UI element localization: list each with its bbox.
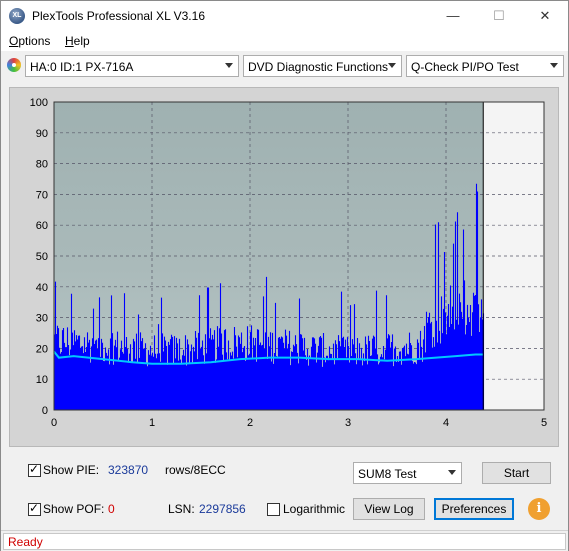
menu-bar: Options Help xyxy=(1,31,568,51)
toolbar: HA:0 ID:1 PX-716A DVD Diagnostic Functio… xyxy=(1,53,568,81)
menu-options[interactable]: Options xyxy=(9,34,50,48)
pie-base-fill xyxy=(54,373,484,410)
x-tick-label: 2 xyxy=(247,417,253,429)
lsn-value: 2297856 xyxy=(199,502,246,516)
menu-help-label: elp xyxy=(73,34,90,48)
sum-test-select[interactable]: SUM8 Test xyxy=(353,462,462,484)
menu-help-mnemonic: H xyxy=(65,34,74,48)
x-tick-label: 0 xyxy=(51,417,57,429)
show-poe-checkbox[interactable] xyxy=(28,501,41,516)
chevron-down-icon xyxy=(550,63,558,68)
status-bar: Ready xyxy=(1,530,568,551)
plextools-app-icon: XL xyxy=(9,8,25,24)
lsn-label: LSN: xyxy=(168,502,195,516)
y-tick-label: 40 xyxy=(36,282,48,294)
chart-panel: 0 10 20 30 40 50 60 70 80 90 100 0 1 2 3 4 5 xyxy=(9,87,559,447)
y-tick-label: 10 xyxy=(36,374,48,386)
minimize-button[interactable]: — xyxy=(430,1,476,31)
test-select[interactable]: Q-Check PI/PO Test xyxy=(406,55,564,77)
bottom-panel: Show PIE: 323870 rows/8ECC SUM8 Test Sta… xyxy=(1,452,568,527)
chevron-down-icon xyxy=(388,63,396,68)
y-tick-label: 100 xyxy=(30,97,48,109)
sum-test-select-value: SUM8 Test xyxy=(358,467,417,481)
status-field: Ready xyxy=(3,533,566,550)
y-tick-label: 30 xyxy=(36,313,48,325)
start-button[interactable]: Start xyxy=(482,462,551,484)
chevron-down-icon xyxy=(225,63,233,68)
drive-select[interactable]: HA:0 ID:1 PX-716A xyxy=(25,55,239,77)
maximize-button[interactable]: ☐ xyxy=(476,1,522,31)
menu-options-mnemonic: O xyxy=(9,34,19,48)
pi-po-chart: 0 10 20 30 40 50 60 70 80 90 100 0 1 2 3 4 5 xyxy=(30,97,547,429)
main-window: XL PlexTools Professional XL V3.16 — ☐ ✕… xyxy=(0,0,569,551)
poe-count-value: 0 xyxy=(108,502,115,516)
chevron-down-icon xyxy=(448,470,456,475)
x-tick-label: 3 xyxy=(345,417,351,429)
show-poe-label: Show POF: xyxy=(43,502,105,516)
title-bar: XL PlexTools Professional XL V3.16 — ☐ ✕ xyxy=(1,1,568,31)
logarithmic-label: Logarithmic xyxy=(283,502,346,516)
show-pie-label: Show PIE: xyxy=(43,463,100,477)
pie-count-value: 323870 xyxy=(108,463,149,477)
y-tick-label: 70 xyxy=(36,189,48,201)
view-log-button[interactable]: View Log xyxy=(353,498,425,520)
show-pie-checkbox[interactable] xyxy=(28,462,41,477)
y-tick-label: 20 xyxy=(36,343,48,355)
y-tick-label: 80 xyxy=(36,159,48,171)
x-tick-label: 5 xyxy=(541,417,547,429)
logarithmic-checkbox[interactable] xyxy=(267,503,280,516)
preferences-button[interactable]: Preferences xyxy=(434,498,514,520)
x-tick-label: 1 xyxy=(149,417,155,429)
y-tick-label: 0 xyxy=(42,405,48,417)
pie-unit-label: rows/8ECC xyxy=(165,463,226,477)
y-tick-label: 60 xyxy=(36,220,48,232)
window-title: PlexTools Professional XL V3.16 xyxy=(32,9,205,23)
info-icon[interactable]: i xyxy=(528,498,550,520)
x-tick-label: 4 xyxy=(443,417,449,429)
menu-options-label: ptions xyxy=(18,34,51,48)
function-select[interactable]: DVD Diagnostic Functions xyxy=(243,55,402,77)
status-text: Ready xyxy=(8,535,43,549)
disc-drive-icon xyxy=(7,58,21,72)
menu-help[interactable]: Help xyxy=(65,34,90,48)
y-tick-label: 50 xyxy=(36,251,48,263)
test-select-value: Q-Check PI/PO Test xyxy=(411,60,519,74)
function-select-value: DVD Diagnostic Functions xyxy=(248,60,389,74)
close-button[interactable]: ✕ xyxy=(522,1,568,31)
drive-select-value: HA:0 ID:1 PX-716A xyxy=(30,60,134,74)
y-tick-label: 90 xyxy=(36,128,48,140)
